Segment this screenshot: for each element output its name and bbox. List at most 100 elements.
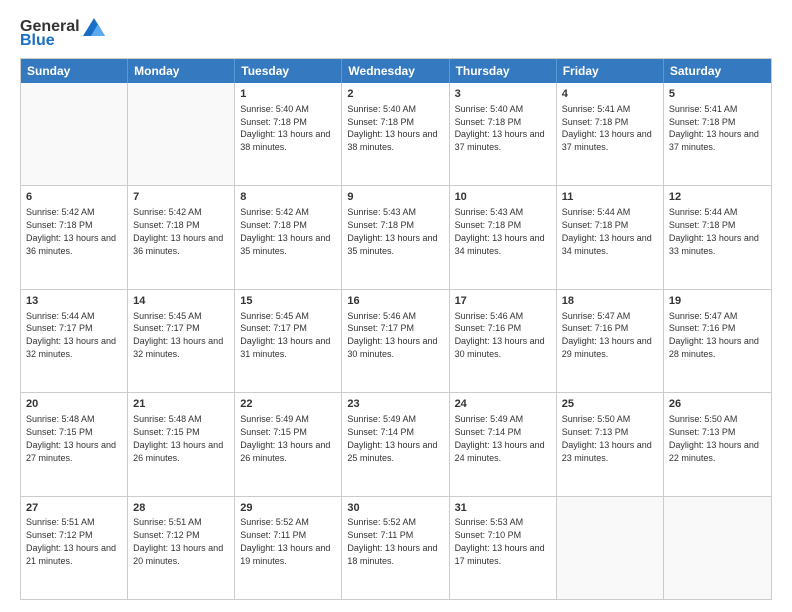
day-info: Sunrise: 5:49 AM Sunset: 7:14 PM Dayligh…	[347, 414, 437, 462]
calendar-cell	[128, 83, 235, 185]
day-info: Sunrise: 5:50 AM Sunset: 7:13 PM Dayligh…	[669, 414, 759, 462]
day-info: Sunrise: 5:45 AM Sunset: 7:17 PM Dayligh…	[133, 311, 223, 359]
calendar-cell: 3 Sunrise: 5:40 AM Sunset: 7:18 PM Daylig…	[450, 83, 557, 185]
day-info: Sunrise: 5:43 AM Sunset: 7:18 PM Dayligh…	[347, 207, 437, 255]
day-info: Sunrise: 5:40 AM Sunset: 7:18 PM Dayligh…	[455, 104, 545, 152]
day-number: 30	[347, 501, 443, 516]
calendar-cell: 13 Sunrise: 5:44 AM Sunset: 7:17 PM Dayli…	[21, 290, 128, 392]
calendar-cell: 7Sunrise: 5:42 AM Sunset: 7:18 PM Daylig…	[128, 186, 235, 288]
calendar-cell: 1 Sunrise: 5:40 AM Sunset: 7:18 PM Daylig…	[235, 83, 342, 185]
day-info: Sunrise: 5:52 AM Sunset: 7:11 PM Dayligh…	[347, 517, 437, 565]
day-number: 2	[347, 87, 443, 102]
logo-icon	[83, 18, 105, 36]
header-day-saturday: Saturday	[664, 59, 771, 83]
calendar-cell	[21, 83, 128, 185]
header: General Blue	[20, 18, 772, 50]
day-info: Sunrise: 5:46 AM Sunset: 7:17 PM Dayligh…	[347, 311, 437, 359]
day-number: 22	[240, 397, 336, 412]
day-info: Sunrise: 5:40 AM Sunset: 7:18 PM Dayligh…	[240, 104, 330, 152]
day-number: 24	[455, 397, 551, 412]
day-number: 14	[133, 294, 229, 309]
calendar-cell: 2Sunrise: 5:40 AM Sunset: 7:18 PM Daylig…	[342, 83, 449, 185]
day-info: Sunrise: 5:41 AM Sunset: 7:18 PM Dayligh…	[669, 104, 759, 152]
calendar-cell: 20 Sunrise: 5:48 AM Sunset: 7:15 PM Dayli…	[21, 393, 128, 495]
day-number: 20	[26, 397, 122, 412]
calendar-cell: 8 Sunrise: 5:42 AM Sunset: 7:18 PM Daylig…	[235, 186, 342, 288]
calendar-cell: 4Sunrise: 5:41 AM Sunset: 7:18 PM Daylig…	[557, 83, 664, 185]
calendar-cell: 28Sunrise: 5:51 AM Sunset: 7:12 PM Dayli…	[128, 497, 235, 599]
calendar-header: SundayMondayTuesdayWednesdayThursdayFrid…	[21, 59, 771, 83]
calendar-cell: 14 Sunrise: 5:45 AM Sunset: 7:17 PM Dayli…	[128, 290, 235, 392]
calendar-cell: 19Sunrise: 5:47 AM Sunset: 7:16 PM Dayli…	[664, 290, 771, 392]
calendar-cell: 22Sunrise: 5:49 AM Sunset: 7:15 PM Dayli…	[235, 393, 342, 495]
calendar-cell: 11 Sunrise: 5:44 AM Sunset: 7:18 PM Dayli…	[557, 186, 664, 288]
calendar-cell: 17 Sunrise: 5:46 AM Sunset: 7:16 PM Dayli…	[450, 290, 557, 392]
day-number: 3	[455, 87, 551, 102]
day-number: 27	[26, 501, 122, 516]
day-number: 5	[669, 87, 766, 102]
calendar-cell: 31Sunrise: 5:53 AM Sunset: 7:10 PM Dayli…	[450, 497, 557, 599]
day-number: 28	[133, 501, 229, 516]
day-number: 25	[562, 397, 658, 412]
calendar-row-1: 1 Sunrise: 5:40 AM Sunset: 7:18 PM Daylig…	[21, 83, 771, 185]
calendar-cell	[557, 497, 664, 599]
day-info: Sunrise: 5:47 AM Sunset: 7:16 PM Dayligh…	[669, 311, 759, 359]
day-info: Sunrise: 5:44 AM Sunset: 7:18 PM Dayligh…	[562, 207, 652, 255]
day-number: 13	[26, 294, 122, 309]
calendar-cell: 23 Sunrise: 5:49 AM Sunset: 7:14 PM Dayli…	[342, 393, 449, 495]
day-info: Sunrise: 5:53 AM Sunset: 7:10 PM Dayligh…	[455, 517, 545, 565]
calendar-cell: 12Sunrise: 5:44 AM Sunset: 7:18 PM Dayli…	[664, 186, 771, 288]
calendar-row-5: 27 Sunrise: 5:51 AM Sunset: 7:12 PM Dayli…	[21, 496, 771, 599]
calendar-cell: 15Sunrise: 5:45 AM Sunset: 7:17 PM Dayli…	[235, 290, 342, 392]
calendar-row-3: 13 Sunrise: 5:44 AM Sunset: 7:17 PM Dayli…	[21, 289, 771, 392]
logo: General Blue	[20, 18, 105, 50]
day-info: Sunrise: 5:52 AM Sunset: 7:11 PM Dayligh…	[240, 517, 330, 565]
day-number: 1	[240, 87, 336, 102]
calendar-cell: 16 Sunrise: 5:46 AM Sunset: 7:17 PM Dayli…	[342, 290, 449, 392]
calendar: SundayMondayTuesdayWednesdayThursdayFrid…	[20, 58, 772, 600]
day-number: 4	[562, 87, 658, 102]
logo-blue: Blue	[20, 32, 55, 50]
calendar-cell: 30Sunrise: 5:52 AM Sunset: 7:11 PM Dayli…	[342, 497, 449, 599]
day-number: 10	[455, 190, 551, 205]
day-info: Sunrise: 5:48 AM Sunset: 7:15 PM Dayligh…	[133, 414, 223, 462]
day-info: Sunrise: 5:42 AM Sunset: 7:18 PM Dayligh…	[240, 207, 330, 255]
day-info: Sunrise: 5:50 AM Sunset: 7:13 PM Dayligh…	[562, 414, 652, 462]
day-info: Sunrise: 5:43 AM Sunset: 7:18 PM Dayligh…	[455, 207, 545, 255]
day-number: 23	[347, 397, 443, 412]
calendar-cell: 5 Sunrise: 5:41 AM Sunset: 7:18 PM Daylig…	[664, 83, 771, 185]
day-info: Sunrise: 5:49 AM Sunset: 7:14 PM Dayligh…	[455, 414, 545, 462]
header-day-thursday: Thursday	[450, 59, 557, 83]
day-number: 6	[26, 190, 122, 205]
calendar-row-2: 6 Sunrise: 5:42 AM Sunset: 7:18 PM Daylig…	[21, 185, 771, 288]
day-number: 18	[562, 294, 658, 309]
day-number: 29	[240, 501, 336, 516]
day-number: 26	[669, 397, 766, 412]
day-number: 15	[240, 294, 336, 309]
calendar-cell: 25 Sunrise: 5:50 AM Sunset: 7:13 PM Dayli…	[557, 393, 664, 495]
day-info: Sunrise: 5:42 AM Sunset: 7:18 PM Dayligh…	[133, 207, 223, 255]
day-info: Sunrise: 5:46 AM Sunset: 7:16 PM Dayligh…	[455, 311, 545, 359]
day-info: Sunrise: 5:42 AM Sunset: 7:18 PM Dayligh…	[26, 207, 116, 255]
calendar-cell: 27Sunrise: 5:51 AM Sunset: 7:12 PM Dayli…	[21, 497, 128, 599]
header-day-wednesday: Wednesday	[342, 59, 449, 83]
calendar-cell: 18Sunrise: 5:47 AM Sunset: 7:16 PM Dayli…	[557, 290, 664, 392]
header-day-monday: Monday	[128, 59, 235, 83]
calendar-cell: 10 Sunrise: 5:43 AM Sunset: 7:18 PM Dayli…	[450, 186, 557, 288]
day-info: Sunrise: 5:48 AM Sunset: 7:15 PM Dayligh…	[26, 414, 116, 462]
calendar-cell: 6 Sunrise: 5:42 AM Sunset: 7:18 PM Daylig…	[21, 186, 128, 288]
day-info: Sunrise: 5:51 AM Sunset: 7:12 PM Dayligh…	[133, 517, 223, 565]
day-info: Sunrise: 5:44 AM Sunset: 7:17 PM Dayligh…	[26, 311, 116, 359]
calendar-row-4: 20 Sunrise: 5:48 AM Sunset: 7:15 PM Dayli…	[21, 392, 771, 495]
day-number: 16	[347, 294, 443, 309]
calendar-cell: 26 Sunrise: 5:50 AM Sunset: 7:13 PM Dayli…	[664, 393, 771, 495]
header-day-tuesday: Tuesday	[235, 59, 342, 83]
calendar-cell: 29Sunrise: 5:52 AM Sunset: 7:11 PM Dayli…	[235, 497, 342, 599]
day-number: 11	[562, 190, 658, 205]
calendar-cell: 9 Sunrise: 5:43 AM Sunset: 7:18 PM Daylig…	[342, 186, 449, 288]
day-number: 9	[347, 190, 443, 205]
day-number: 8	[240, 190, 336, 205]
calendar-body: 1 Sunrise: 5:40 AM Sunset: 7:18 PM Daylig…	[21, 83, 771, 599]
header-day-friday: Friday	[557, 59, 664, 83]
day-number: 17	[455, 294, 551, 309]
